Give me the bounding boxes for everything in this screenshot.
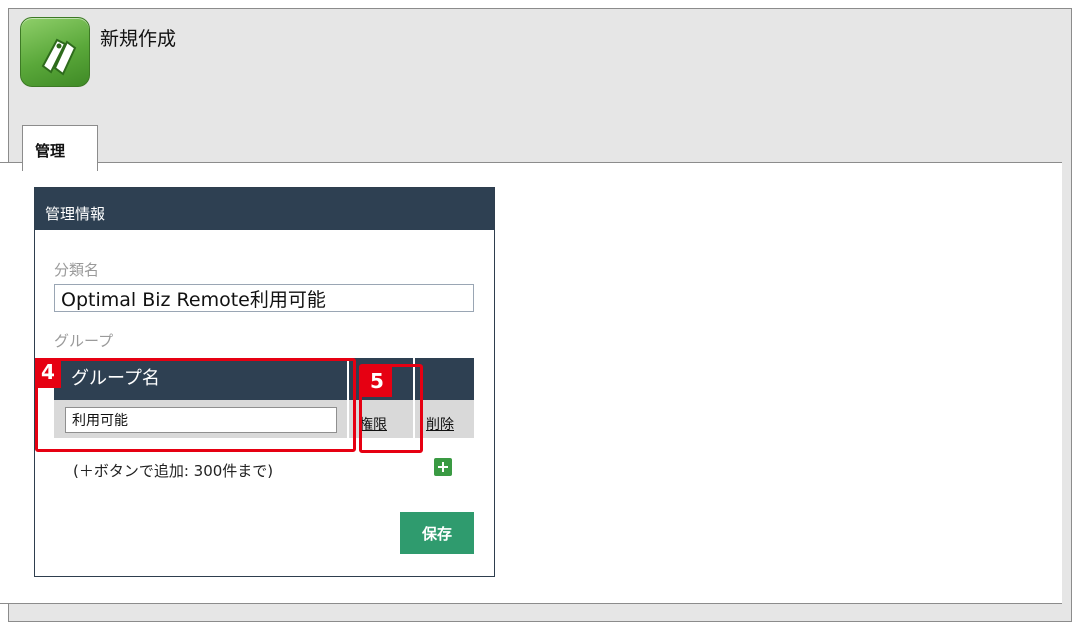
panel-header: 管理情報 <box>35 188 494 230</box>
app-tag-icon <box>20 17 90 87</box>
delete-column-header <box>415 358 474 400</box>
category-name-input[interactable] <box>54 284 474 312</box>
add-hint-text: (＋ボタンで追加: 300件まで) <box>73 462 274 480</box>
callout-box-4 <box>35 358 356 452</box>
callout-badge-5: 5 <box>362 367 392 397</box>
add-row-plus-icon[interactable] <box>434 458 452 476</box>
tab-label: 管理 <box>35 142 66 160</box>
category-name-label: 分類名 <box>54 261 100 279</box>
delete-link[interactable]: 削除 <box>426 414 454 434</box>
page-title: 新規作成 <box>100 28 177 50</box>
callout-badge-4: 4 <box>35 358 61 388</box>
tab-management[interactable]: 管理 <box>22 125 98 171</box>
group-label: グループ <box>54 332 114 350</box>
save-button[interactable]: 保存 <box>400 512 474 554</box>
